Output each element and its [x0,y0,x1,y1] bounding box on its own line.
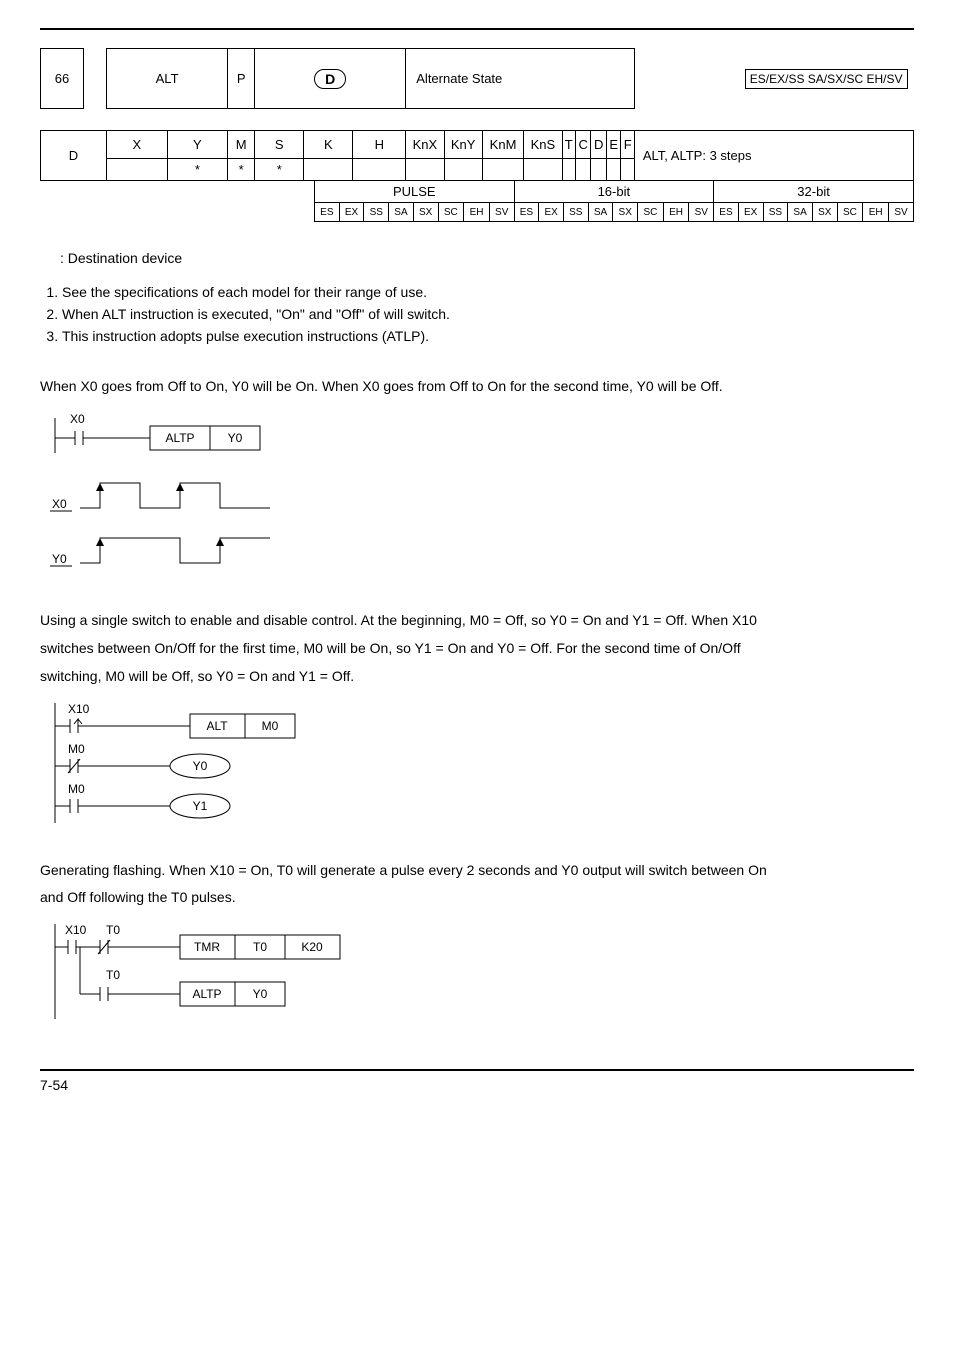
col-k: K [304,131,353,159]
d3-altp-y0: Y0 [253,987,268,1001]
d2-y0: Y0 [193,759,208,773]
col-x: X [107,131,168,159]
d-star-m: * [228,159,255,181]
d2-m0a: M0 [68,742,85,756]
d-star-y: * [167,159,228,181]
api-no: 66 [41,49,84,109]
col-kns: KnS [524,131,562,159]
d3-tmr-t0: T0 [253,940,267,954]
function-title: Alternate State [406,49,635,109]
group-16bit: 16-bit [514,181,714,203]
d2-x10: X10 [68,702,90,716]
p-flag: P [228,49,255,109]
diagram-2: X10 ALT M0 M0 Y0 M0 Y1 [40,698,330,828]
group-pulse: PULSE [315,181,515,203]
d2-m0: M0 [262,719,279,733]
col-kny: KnY [444,131,482,159]
para-2c: switching, M0 will be Off, so Y0 = On an… [40,664,914,690]
pulse-strip: PULSE 16-bit 32-bit ES EX SS SA SX SC EH… [40,180,914,222]
d2-m0b: M0 [68,782,85,796]
para-3b: and Off following the T0 pulses. [40,885,914,911]
d1-altp: ALTP [165,431,194,445]
d-star-s: * [255,159,304,181]
d3-t0b: T0 [106,968,120,982]
operand-d-oval: D [314,69,346,89]
exp-1: See the specifications of each model for… [62,284,914,300]
diagram-1: X0 ALTP Y0 X0 Y0 [40,408,310,578]
instruction-header-table: 66 ALT P D Alternate State ES/EX/SS SA/S… [40,48,914,181]
d2-alt: ALT [206,719,228,733]
d3-x10: X10 [65,923,87,937]
d2-y1: Y1 [193,799,208,813]
d3-tmr: TMR [194,940,220,954]
col-knm: KnM [482,131,523,159]
col-d: D [591,131,607,159]
para-1: When X0 goes from Off to On, Y0 will be … [40,374,914,400]
destination-device: : Destination device [60,250,914,266]
col-t: T [562,131,575,159]
d-label: D [41,131,107,181]
col-e: E [607,131,621,159]
operand-cell: D [255,49,406,109]
explanations-list: See the specifications of each model for… [40,284,914,344]
group-32bit: 32-bit [714,181,914,203]
d3-k20: K20 [301,940,323,954]
pulse-cells-row: ES EX SS SA SX SC EH SV ES EX SS SA SX S… [40,203,914,222]
col-m: M [228,131,255,159]
para-2b: switches between On/Off for the first ti… [40,636,914,662]
col-h: H [353,131,406,159]
d3-t0a: T0 [106,923,120,937]
para-2a: Using a single switch to enable and disa… [40,608,914,634]
col-c: C [575,131,591,159]
type-row: D X Y M S K H KnX KnY KnM KnS T C D E F … [41,131,914,159]
d1-y0: Y0 [228,431,243,445]
d3-altp: ALTP [192,987,221,1001]
page-footer: 7-54 [40,1069,914,1093]
page-number: 7-54 [40,1077,68,1093]
col-y: Y [167,131,228,159]
d1-wave-x0: X0 [52,497,67,511]
para-3a: Generating flashing. When X10 = On, T0 w… [40,858,914,884]
d1-wave-y0: Y0 [52,552,67,566]
mnemonic: ALT [107,49,228,109]
legend-box: ES/EX/SS SA/SX/SC EH/SV [745,69,908,89]
legend-cell: ES/EX/SS SA/SX/SC EH/SV [634,49,913,109]
exp-2: When ALT instruction is executed, "On" a… [62,306,914,322]
steps: ALT, ALTP: 3 steps [634,131,913,181]
col-f: F [621,131,634,159]
col-knx: KnX [406,131,444,159]
d1-x0: X0 [70,412,85,426]
diagram-3: X10 T0 TMR T0 K20 T0 ALTP Y0 [40,919,400,1029]
col-s: S [255,131,304,159]
exp-3: This instruction adopts pulse execution … [62,328,914,344]
